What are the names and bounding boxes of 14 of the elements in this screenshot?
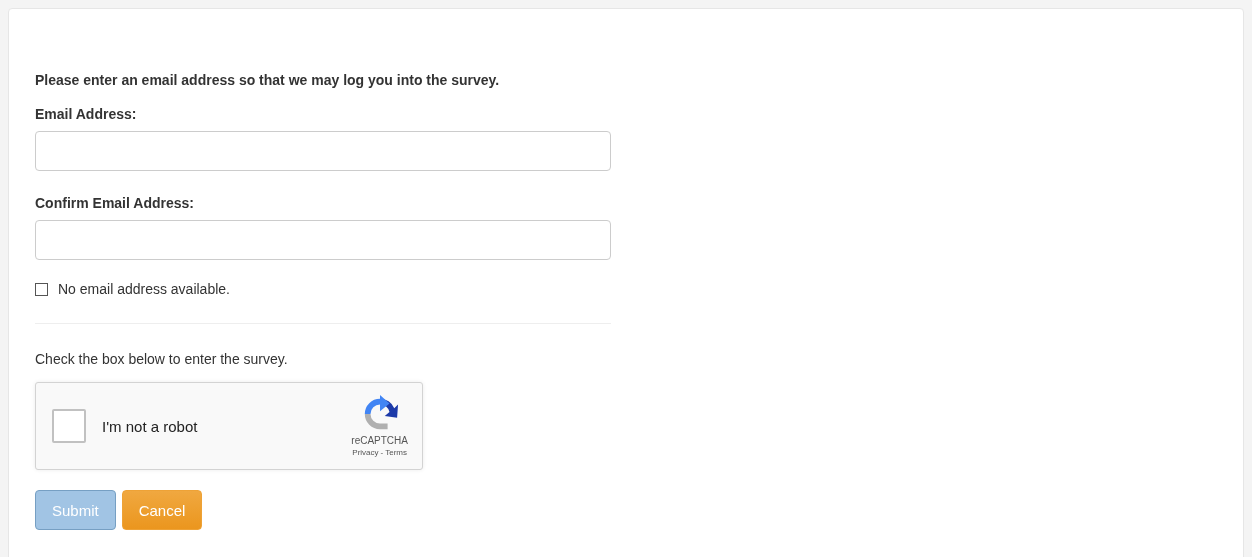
captcha-label: I'm not a robot	[102, 417, 199, 435]
terms-link[interactable]: Terms	[385, 448, 407, 457]
field-label: Confirm Email Address:	[35, 195, 195, 211]
privacy-link[interactable]: Privacy	[352, 448, 379, 457]
intro-text: Please enter an email address so that we may log you into the survey.	[35, 72, 501, 88]
email-field[interactable]	[35, 131, 611, 171]
checkbox-label: No email address available.	[58, 281, 230, 297]
captcha-brand: reCAPTCHA	[351, 435, 408, 446]
checkbox[interactable]	[35, 282, 48, 296]
link-separator: -	[380, 448, 384, 457]
captcha-checkbox[interactable]	[52, 409, 86, 443]
captcha-prompt: Check the box below to enter the survey.	[35, 351, 289, 367]
field-label: Email Address:	[35, 106, 138, 122]
email-field[interactable]	[35, 220, 611, 260]
